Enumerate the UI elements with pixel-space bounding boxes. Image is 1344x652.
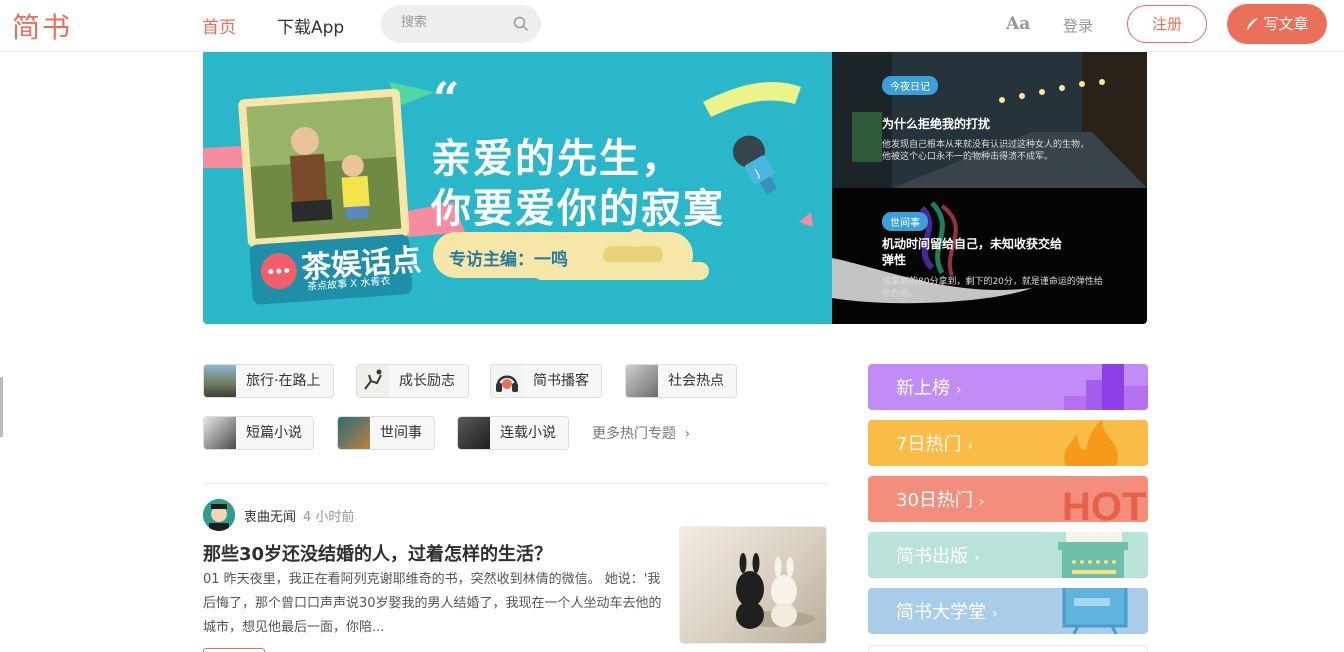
topic-thumbnail: [458, 417, 490, 449]
topic-growth[interactable]: 成长励志: [356, 364, 469, 398]
register-button[interactable]: 注册: [1127, 5, 1207, 43]
bar-chart-icon: [1064, 364, 1148, 410]
scroll-indicator: [0, 377, 3, 437]
board-publishing[interactable]: 简书出版 ›: [868, 532, 1148, 578]
board-label: 简书出版 ›: [896, 546, 980, 567]
banner-side-card-diary[interactable]: 今夜日记 为什么拒绝我的打扰 他发现自己根本从来就没有认识过这种女人的生物， 他…: [832, 52, 1147, 188]
banner-headline-line2: 你要爱你的寂寞: [431, 186, 725, 232]
topic-thumbnail: [491, 365, 523, 397]
banner-quote-mark: “: [433, 72, 460, 126]
feather-pen-icon: [1247, 18, 1259, 30]
next-sidebar-card: [868, 645, 1148, 652]
login-link[interactable]: 登录: [1063, 15, 1093, 36]
article-tag-outline: [203, 648, 265, 652]
top-nav: 简书 首页 下载App Aa 登录 注册 写文章: [0, 0, 1344, 52]
topic-label: 简书播客: [533, 373, 589, 389]
side-card-desc-line2: 他被这个心口永不一的物种击得溃不成军。: [882, 152, 1054, 162]
chevron-right-icon: ›: [684, 426, 691, 442]
typewriter-icon: [1058, 532, 1128, 578]
chevron-right-icon: ›: [978, 494, 985, 510]
side-card-desc-line2: 你办完。: [882, 289, 919, 299]
article-thumbnail[interactable]: [679, 526, 827, 644]
font-size-icon[interactable]: Aa: [1006, 14, 1030, 34]
article-title[interactable]: 那些30岁还没结婚的人，过着怎样的生活？: [203, 540, 552, 566]
avatar-illustration: [203, 499, 235, 531]
topic-label: 短篇小说: [246, 425, 302, 441]
topic-thumbnail: [204, 417, 236, 449]
chevron-right-icon: ›: [992, 606, 998, 622]
author-name[interactable]: 衷曲无闻: [244, 506, 296, 525]
topic-podcast[interactable]: 简书播客: [490, 364, 602, 398]
topic-label: 社会热点: [668, 373, 724, 389]
topic-thumbnail: [357, 365, 389, 397]
topic-label: 旅行·在路上: [246, 373, 321, 389]
nav-home-link[interactable]: 首页: [202, 13, 236, 38]
board-30-day-hot[interactable]: HOT 30日热门 ›: [868, 476, 1148, 522]
headphones-icon: [496, 375, 518, 392]
chevron-right-icon: ›: [967, 438, 974, 454]
search-input[interactable]: [401, 15, 501, 30]
search-box[interactable]: [381, 5, 541, 43]
topic-social[interactable]: 社会热点: [625, 364, 737, 398]
chevron-right-icon: ›: [974, 550, 980, 566]
side-card-title: 为什么拒绝我的打扰: [882, 117, 991, 131]
topic-serial-novel[interactable]: 连载小说: [457, 416, 569, 450]
hand-smoke-illustration: [832, 201, 1032, 304]
side-card-title-line1: 机动时间留给自己，未知收获交给: [882, 237, 1063, 251]
side-card-title-line2: 弹性: [882, 253, 907, 267]
topic-thumbnail: [204, 365, 236, 397]
banner-side-card-world[interactable]: 世间事 机动时间留给自己，未知收获交给 弹性 该拿到的80分拿到，剩下的20分，…: [832, 188, 1147, 324]
section-divider: [203, 483, 828, 484]
runner-icon: [364, 369, 382, 390]
publish-time: 4 小时前: [303, 510, 355, 525]
author-avatar[interactable]: [203, 499, 235, 531]
board-new-on-list[interactable]: 新上榜 ›: [868, 364, 1148, 410]
board-label: 简书大学堂 ›: [896, 602, 998, 623]
board-label: 7日热门 ›: [896, 434, 974, 455]
topic-thumbnail: [626, 365, 658, 397]
abstract-line: 后悔了，那个曾口口声声说30岁娶我的男人结婚了，我现在一个人坐动车去他的: [203, 596, 662, 611]
logo[interactable]: 简书: [12, 6, 72, 46]
board-jianshu-university[interactable]: 简书大学堂 ›: [868, 588, 1148, 634]
write-article-label: 写文章: [1263, 15, 1309, 33]
board-label: 30日热门 ›: [896, 490, 985, 511]
board-7-day-hot[interactable]: 7日热门 ›: [868, 420, 1148, 466]
blackboard-icon: [1062, 588, 1128, 634]
flame-icon: [1064, 420, 1118, 466]
topic-travel[interactable]: 旅行·在路上: [203, 364, 334, 398]
topic-label: 连载小说: [500, 425, 556, 441]
board-label: 新上榜 ›: [896, 378, 962, 399]
topic-world-affairs[interactable]: 世间事: [337, 416, 435, 450]
chevron-right-icon: ›: [956, 382, 962, 398]
banner-interview-label: 专访主编：一鸣: [449, 250, 568, 270]
topic-short-fiction[interactable]: 短篇小说: [203, 416, 314, 450]
abstract-line: 01 昨天夜里，我正在看阿列克谢耶维奇的书，突然收到林倩的微信。 她说：'我: [203, 572, 661, 587]
topic-label: 成长励志: [399, 373, 455, 389]
hot-icon: HOT: [1062, 485, 1146, 522]
rabbit-figurines-illustration: [735, 553, 815, 629]
topic-label: 世间事: [380, 425, 422, 441]
more-topics-link[interactable]: 更多热门专题 ›: [592, 423, 690, 443]
nav-download-app-link[interactable]: 下载App: [277, 13, 344, 38]
topic-thumbnail: [338, 417, 370, 449]
write-article-button[interactable]: 写文章: [1227, 4, 1327, 44]
search-icon[interactable]: [513, 16, 529, 32]
side-card-tag: 今夜日记: [882, 76, 938, 95]
side-card-tag: 世间事: [882, 212, 928, 231]
article-abstract: 01 昨天夜里，我正在看阿列克谢耶维奇的书，突然收到林倩的微信。 她说：'我 后…: [203, 568, 663, 640]
main-banner[interactable]: J “ 亲爱的先生， 你要爱你的寂寞 专访主编：一鸣 茶娱话点 茶点故事 X 水…: [203, 52, 832, 324]
more-topics-label: 更多热门专题: [592, 426, 676, 442]
svg-text:HOT: HOT: [1062, 485, 1146, 522]
abstract-line: 城市，想见他最后一面，你陪...: [203, 620, 385, 635]
